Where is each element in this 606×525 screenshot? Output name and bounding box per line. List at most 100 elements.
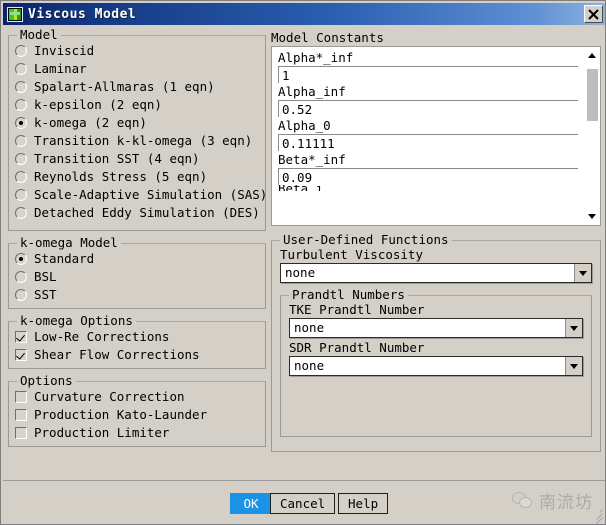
prandtl-numbers-group: Prandtl Numbers TKE Prandtl Number none … bbox=[280, 295, 592, 437]
dialog-button-bar: OK Cancel Help 南流坊 bbox=[3, 480, 605, 522]
tke-prandtl-dropdown[interactable]: none bbox=[289, 318, 583, 338]
radio-scale-adaptive-simulation[interactable]: Scale-Adaptive Simulation (SAS) bbox=[15, 186, 259, 204]
left-column: Model Inviscid Laminar Spalart-Allmaras … bbox=[8, 26, 266, 447]
right-column: Model Constants Alpha*_inf 1 Alpha_inf 0… bbox=[271, 26, 601, 452]
options-legend: Options bbox=[17, 374, 76, 388]
options-group: Options Curvature Correction Production … bbox=[8, 381, 266, 447]
radio-label: k-omega (2 eqn) bbox=[34, 116, 147, 130]
scroll-down-arrow-icon[interactable] bbox=[585, 209, 600, 223]
udf-group: User-Defined Functions Turbulent Viscosi… bbox=[271, 240, 601, 452]
radio-inviscid[interactable]: Inviscid bbox=[15, 42, 259, 60]
radio-indicator bbox=[15, 289, 27, 301]
radio-indicator bbox=[15, 99, 27, 111]
constant-alpha-inf: Alpha_inf 0.52 bbox=[278, 84, 578, 117]
dropdown-value: none bbox=[290, 359, 565, 373]
scroll-up-arrow-icon[interactable] bbox=[585, 49, 600, 63]
dropdown-value: none bbox=[281, 266, 574, 280]
radio-indicator bbox=[15, 271, 27, 283]
constant-alpha-0: Alpha_0 0.11111 bbox=[278, 118, 578, 151]
checkbox-label: Production Limiter bbox=[34, 426, 169, 440]
checkbox-indicator-checked bbox=[15, 349, 27, 361]
alpha-inf-input[interactable]: 0.52 bbox=[278, 100, 578, 117]
field-label: Alpha_0 bbox=[278, 118, 578, 134]
dropdown-value: none bbox=[290, 321, 565, 335]
fluent-app-icon bbox=[7, 7, 23, 22]
radio-label: Laminar bbox=[34, 62, 87, 76]
model-group-legend: Model bbox=[17, 28, 61, 42]
close-button[interactable] bbox=[584, 5, 603, 23]
watermark: 南流坊 bbox=[512, 488, 593, 513]
radio-laminar[interactable]: Laminar bbox=[15, 60, 259, 78]
radio-indicator-selected bbox=[15, 253, 27, 265]
resize-grip[interactable] bbox=[589, 506, 603, 520]
alpha-0-input[interactable]: 0.11111 bbox=[278, 134, 578, 151]
radio-k-omega[interactable]: k-omega (2 eqn) bbox=[15, 114, 259, 132]
tke-prandtl-label: TKE Prandtl Number bbox=[289, 302, 583, 318]
radio-spalart-allmaras[interactable]: Spalart-Allmaras (1 eqn) bbox=[15, 78, 259, 96]
radio-indicator bbox=[15, 207, 27, 219]
checkbox-indicator-checked bbox=[15, 331, 27, 343]
radio-transition-k-kl-omega[interactable]: Transition k-kl-omega (3 eqn) bbox=[15, 132, 259, 150]
checkbox-label: Shear Flow Corrections bbox=[34, 348, 200, 362]
chevron-down-icon[interactable] bbox=[574, 264, 591, 282]
dialog-body: Model Inviscid Laminar Spalart-Allmaras … bbox=[3, 26, 605, 522]
radio-label: Scale-Adaptive Simulation (SAS) bbox=[34, 188, 267, 202]
radio-indicator bbox=[15, 45, 27, 57]
checkbox-production-limiter[interactable]: Production Limiter bbox=[15, 424, 259, 442]
checkbox-indicator bbox=[15, 409, 27, 421]
radio-label: k-epsilon (2 eqn) bbox=[34, 98, 162, 112]
radio-label: Transition SST (4 eqn) bbox=[34, 152, 200, 166]
model-constants-list: Alpha*_inf 1 Alpha_inf 0.52 Alpha_0 0.11… bbox=[272, 47, 584, 191]
scrollbar-thumb[interactable] bbox=[587, 69, 598, 121]
radio-k-epsilon[interactable]: k-epsilon (2 eqn) bbox=[15, 96, 259, 114]
prandtl-legend: Prandtl Numbers bbox=[289, 288, 408, 302]
radio-indicator bbox=[15, 63, 27, 75]
radio-indicator bbox=[15, 171, 27, 183]
radio-label: Standard bbox=[34, 252, 94, 266]
radio-indicator bbox=[15, 81, 27, 93]
radio-bsl[interactable]: BSL bbox=[15, 268, 259, 286]
sdr-prandtl-label: SDR Prandtl Number bbox=[289, 340, 583, 356]
alpha-star-inf-input[interactable]: 1 bbox=[278, 66, 578, 83]
radio-detached-eddy-simulation[interactable]: Detached Eddy Simulation (DES) bbox=[15, 204, 259, 222]
chevron-down-icon[interactable] bbox=[565, 319, 582, 337]
field-label: Alpha*_inf bbox=[278, 50, 578, 66]
radio-label: Spalart-Allmaras (1 eqn) bbox=[34, 80, 215, 94]
radio-label: Detached Eddy Simulation (DES) bbox=[34, 206, 260, 220]
sdr-prandtl-dropdown[interactable]: none bbox=[289, 356, 583, 376]
wechat-icon bbox=[512, 492, 532, 509]
radio-standard[interactable]: Standard bbox=[15, 250, 259, 268]
beta-star-inf-input[interactable]: 0.09 bbox=[278, 168, 578, 185]
radio-label: BSL bbox=[34, 270, 57, 284]
checkbox-curvature-correction[interactable]: Curvature Correction bbox=[15, 388, 259, 406]
cancel-button[interactable]: Cancel bbox=[270, 493, 335, 514]
radio-transition-sst[interactable]: Transition SST (4 eqn) bbox=[15, 150, 259, 168]
radio-indicator bbox=[15, 189, 27, 201]
radio-label: SST bbox=[34, 288, 57, 302]
close-icon bbox=[588, 9, 599, 20]
radio-sst[interactable]: SST bbox=[15, 286, 259, 304]
radio-reynolds-stress[interactable]: Reynolds Stress (5 eqn) bbox=[15, 168, 259, 186]
field-label: Beta*_inf bbox=[278, 152, 578, 168]
constant-alpha-star-inf: Alpha*_inf 1 bbox=[278, 50, 578, 83]
turbulent-viscosity-dropdown[interactable]: none bbox=[280, 263, 592, 283]
komega-model-legend: k-omega Model bbox=[17, 236, 121, 250]
model-constants-panel: Alpha*_inf 1 Alpha_inf 0.52 Alpha_0 0.11… bbox=[271, 46, 601, 226]
komega-options-legend: k-omega Options bbox=[17, 314, 136, 328]
checkbox-production-kato-launder[interactable]: Production Kato-Launder bbox=[15, 406, 259, 424]
ok-button[interactable]: OK bbox=[230, 493, 272, 514]
help-button[interactable]: Help bbox=[338, 493, 388, 514]
checkbox-label: Low-Re Corrections bbox=[34, 330, 169, 344]
checkbox-shear-flow-corrections[interactable]: Shear Flow Corrections bbox=[15, 346, 259, 364]
checkbox-low-re-corrections[interactable]: Low-Re Corrections bbox=[15, 328, 259, 346]
radio-indicator bbox=[15, 153, 27, 165]
clipped-next-label: Beta_i bbox=[278, 185, 578, 191]
radio-indicator-selected bbox=[15, 117, 27, 129]
chevron-down-icon[interactable] bbox=[565, 357, 582, 375]
constant-beta-star-inf: Beta*_inf 0.09 bbox=[278, 152, 578, 185]
radio-label: Transition k-kl-omega (3 eqn) bbox=[34, 134, 252, 148]
model-constants-scrollbar[interactable] bbox=[585, 47, 600, 225]
komega-model-group: k-omega Model Standard BSL SST bbox=[8, 243, 266, 309]
checkbox-indicator bbox=[15, 427, 27, 439]
radio-label: Reynolds Stress (5 eqn) bbox=[34, 170, 207, 184]
